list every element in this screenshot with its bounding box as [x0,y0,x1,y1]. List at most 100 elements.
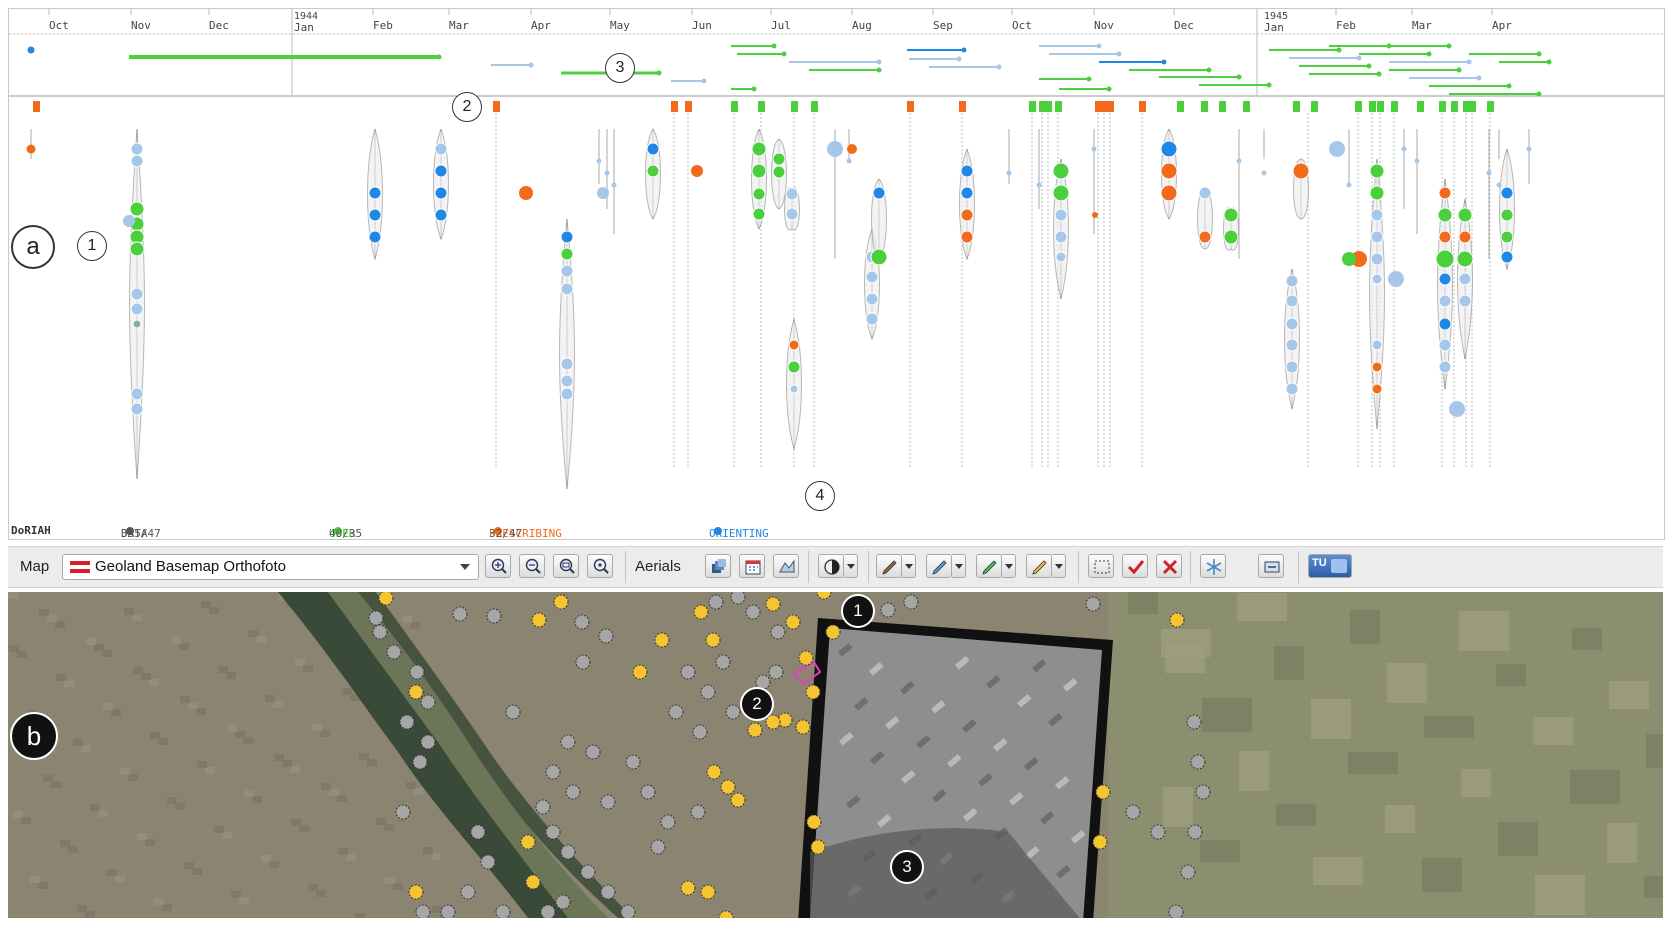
urban-block [312,724,322,731]
month-label-jan-1944: Jan [294,21,314,34]
urban-block [98,810,108,817]
event-dot [560,282,574,296]
aerial-marker-yellow [720,779,736,795]
contrast-dropdown[interactable] [844,554,858,578]
event-dot [1449,401,1465,417]
aerials-footprint-button[interactable] [773,554,799,578]
contrast-button[interactable] [818,554,844,578]
event-dot [130,142,144,156]
callout-4-timeline: 4 [805,481,835,511]
urban-block [222,832,232,839]
urban-block [115,875,125,882]
event-marker [1101,101,1108,112]
month-label: Jul [771,19,791,32]
event-dot [1371,361,1383,373]
map-canvas[interactable] [8,592,1663,918]
field-patch [1533,717,1573,745]
overview-range-end [1476,75,1482,81]
export-button[interactable] [1258,554,1284,578]
urban-block [201,601,211,608]
urban-block [141,673,151,680]
field-patch [1535,875,1585,915]
event-dot [130,387,144,401]
annotate-brown-button[interactable] [876,554,902,578]
event-marker [1469,101,1476,112]
urban-block [38,882,48,889]
event-dot [1458,230,1472,244]
urban-block [376,818,386,825]
urban-block [235,731,245,738]
urban-block [431,853,441,860]
field-patch [1424,716,1474,738]
annotate-yellow-dropdown[interactable] [1052,554,1066,578]
aerial-marker-gray [399,714,415,730]
overview-range-end [771,43,777,49]
zoom-out-button[interactable] [519,554,545,578]
event-dot [960,230,974,244]
annotate-brown-dropdown[interactable] [902,554,916,578]
annotate-green-dropdown[interactable] [1002,554,1016,578]
reject-button[interactable] [1156,554,1182,578]
event-marker [1107,101,1114,112]
zoom-selection-button[interactable] [587,554,613,578]
select-rectangle-button[interactable] [1088,554,1114,578]
event-dot [785,207,799,221]
urban-block [17,651,27,658]
event-dot [1285,382,1299,396]
event-marker [1095,101,1102,112]
month-label: Aug [852,19,872,32]
urban-block [86,638,96,645]
event-dot [1054,230,1068,244]
field-patch [1459,611,1509,651]
event-dot [368,230,382,244]
aerial-marker-gray [420,734,436,750]
event-dot [960,186,974,200]
aerial-marker-gray [708,594,724,610]
annotate-blue-dropdown[interactable] [952,554,966,578]
basemap-select[interactable]: Geoland Basemap Orthofoto [62,554,479,580]
urban-block [85,911,95,918]
zoom-extent-icon [559,558,575,574]
callout-1-timeline: 1 [77,231,107,261]
urban-block [47,615,57,622]
event-dot [1438,230,1452,244]
urban-block [367,759,377,766]
aerial-marker-yellow [785,614,801,630]
event-dot [129,241,145,257]
snowflake-button[interactable] [1200,554,1226,578]
aerial-marker-gray [574,614,590,630]
urban-block [8,592,18,599]
annotate-yellow-button[interactable] [1026,554,1052,578]
urban-block [402,616,412,623]
urban-block [77,905,87,912]
map-view[interactable]: b 1 2 3 [8,592,1663,918]
event-marker [1463,101,1470,112]
aerials-calendar-button[interactable] [739,554,765,578]
zoom-in-button[interactable] [485,554,511,578]
aerial-marker-yellow [705,632,721,648]
aerials-label: Aerials [635,558,681,575]
toolbar-separator [1190,551,1191,583]
annotate-blue-button[interactable] [926,554,952,578]
tu-wien-button[interactable]: TU [1308,554,1352,578]
overview-range-end [1356,55,1362,61]
event-dot [519,186,533,200]
urban-block [51,781,61,788]
event-dot [751,141,767,157]
month-label: Oct [49,19,69,32]
zoom-extent-button[interactable] [553,554,579,578]
event-dot-small [1036,182,1042,188]
overview-range-end [876,67,882,73]
field-patch [1237,593,1287,621]
urban-block [81,745,91,752]
event-marker [1391,101,1398,112]
month-label: Oct [1012,19,1032,32]
overview-range-end [751,86,757,92]
accept-button[interactable] [1122,554,1148,578]
timeline-chart[interactable] [9,9,1664,521]
aerial-marker-yellow [1095,784,1111,800]
calendar-icon [745,560,761,575]
aerials-layers-button[interactable] [705,554,731,578]
aerial-marker-gray [545,764,561,780]
annotate-green-button[interactable] [976,554,1002,578]
